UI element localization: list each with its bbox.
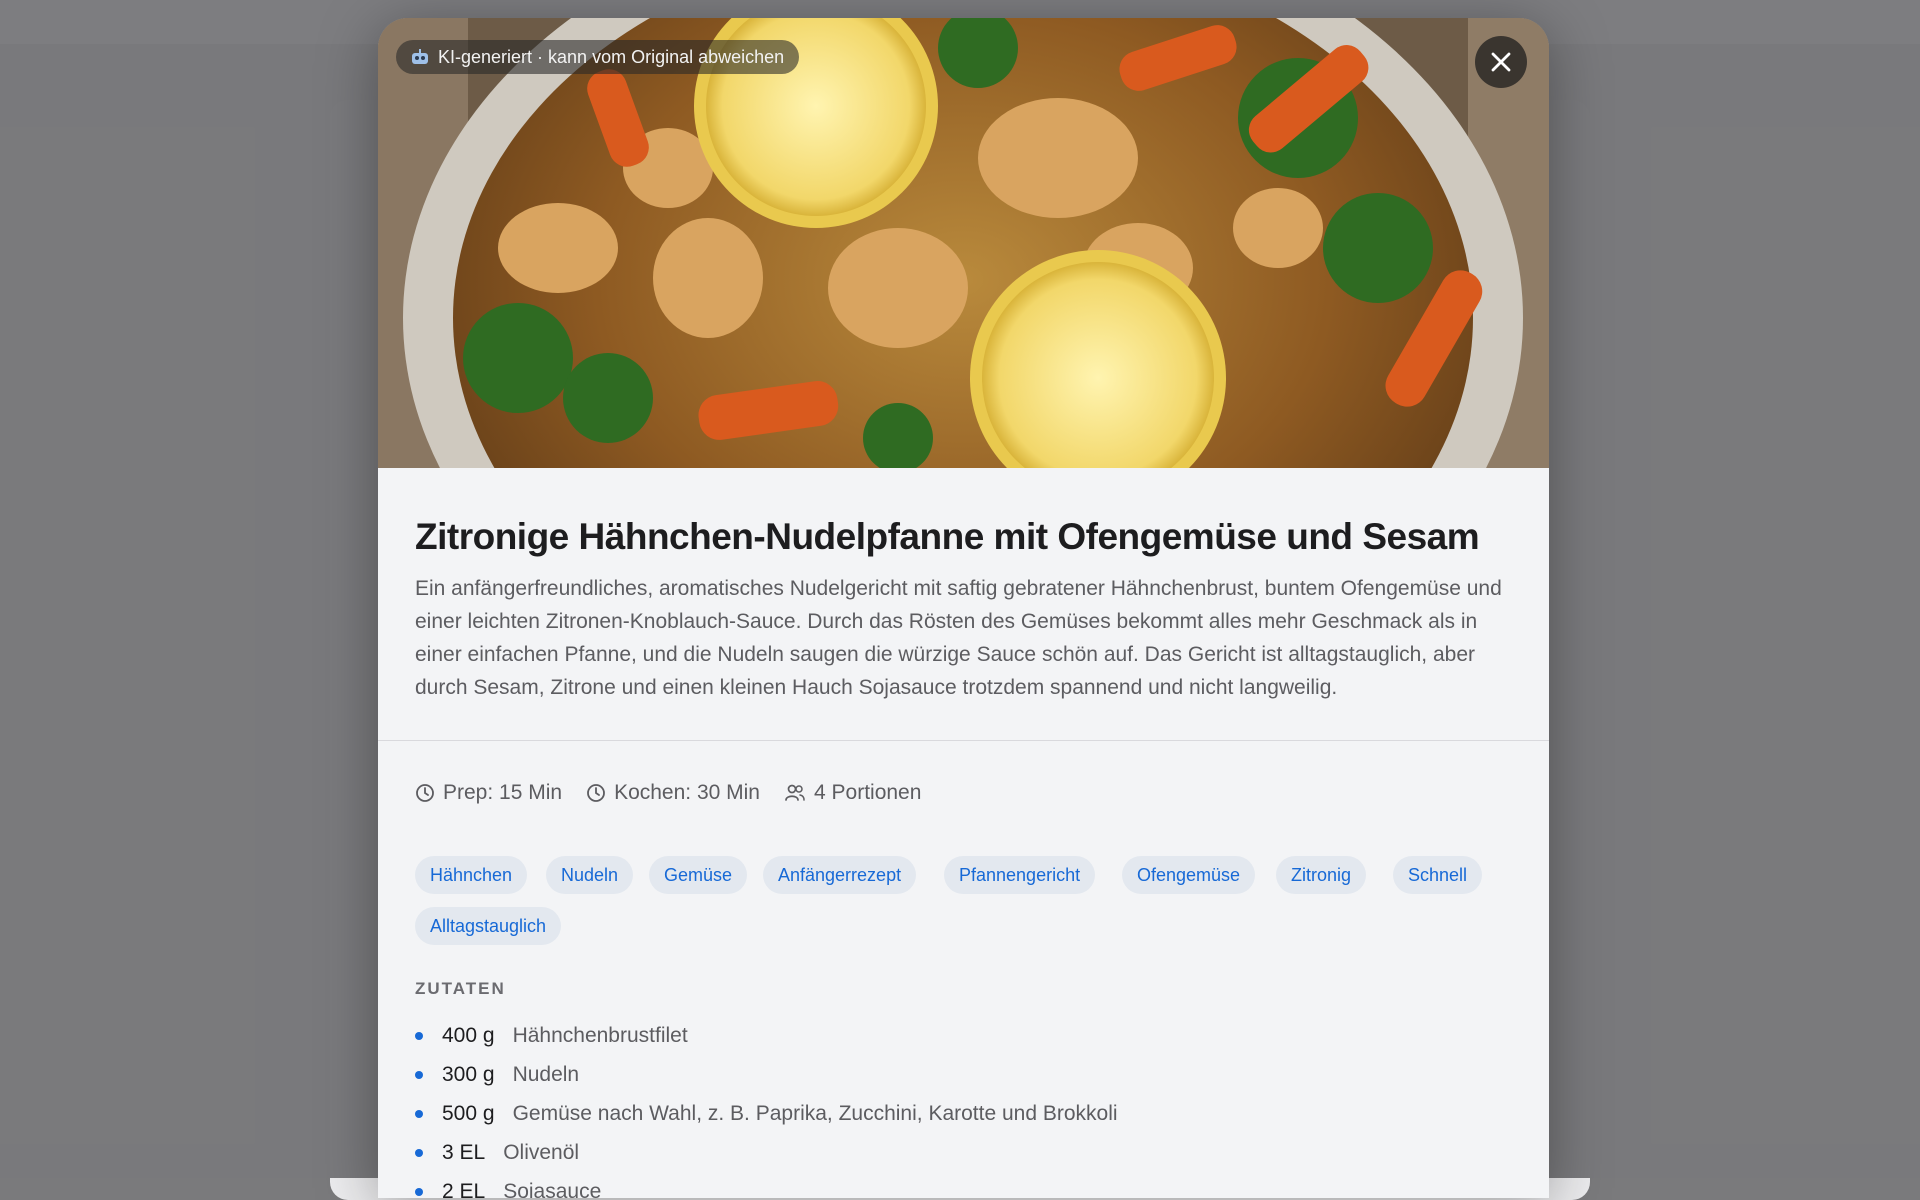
ingredient-name: Hähnchenbrustfilet: [512, 1023, 688, 1047]
tag-chip[interactable]: Gemüse: [649, 856, 748, 894]
ingredient-amount: 3 EL: [442, 1140, 486, 1164]
people-icon: [785, 784, 805, 801]
recipe-hero-image: KI-generiert · kann vom Original abweich…: [378, 18, 1549, 468]
bullet-icon: [415, 1187, 423, 1196]
ingredient-amount: 500 g: [442, 1101, 495, 1125]
robot-icon: [410, 48, 430, 66]
ingredient-amount: 300 g: [442, 1062, 495, 1086]
ingredient-name: Nudeln: [512, 1062, 580, 1086]
dish-photo: [378, 18, 1549, 468]
tag-chip[interactable]: Pfannengericht: [944, 856, 1096, 894]
servings: 4 Portionen: [784, 781, 921, 805]
servings-label: 4 Portionen: [814, 781, 922, 804]
bullet-icon: [415, 1148, 423, 1157]
ingredient-name: Gemüse nach Wahl, z. B. Paprika, Zucchin…: [512, 1101, 1118, 1125]
cook-time: Kochen: 30 Min: [586, 781, 760, 805]
ai-badge-label: KI-generiert · kann vom Original abweich…: [438, 46, 785, 67]
ingredient-name: Olivenöl: [503, 1140, 580, 1164]
ingredient-item: 3 EL Olivenöl: [415, 1133, 1118, 1172]
prep-time: Prep: 15 Min: [415, 781, 562, 805]
prep-time-label: Prep: 15 Min: [443, 781, 563, 804]
ingredient-amount: 400 g: [442, 1023, 495, 1047]
recipe-description: Ein anfängerfreundliches, aromatisches N…: [415, 577, 1502, 699]
clock-icon: [416, 784, 434, 802]
ingredient-amount: 2 EL: [442, 1179, 486, 1199]
ai-generated-badge: KI-generiert · kann vom Original abweich…: [396, 40, 800, 74]
tag-chip[interactable]: Hähnchen: [415, 856, 528, 894]
ingredient-name: Sojasauce: [503, 1179, 602, 1199]
cook-time-label: Kochen: 30 Min: [614, 781, 760, 804]
recipe-meta: Prep: 15 Min Kochen: 30 Min 4 Portionen: [415, 781, 921, 805]
recipe-modal: KI-generiert · kann vom Original abweich…: [378, 18, 1549, 1198]
tag-chip[interactable]: Nudeln: [546, 856, 634, 894]
ingredient-list: 400 g Hähnchenbrustfilet 300 g Nudeln 50…: [415, 1016, 1118, 1198]
ingredient-item: 300 g Nudeln: [415, 1055, 1118, 1094]
ingredient-item: 500 g Gemüse nach Wahl, z. B. Paprika, Z…: [415, 1094, 1118, 1133]
bullet-icon: [415, 1109, 423, 1118]
recipe-title: Zitronige Hähnchen-Nudelpfanne mit Ofeng…: [415, 516, 1480, 557]
tag-chip[interactable]: Schnell: [1393, 856, 1483, 894]
bullet-icon: [415, 1031, 423, 1040]
close-icon: [1491, 52, 1511, 72]
tag-chip[interactable]: Zitronig: [1276, 856, 1367, 894]
ingredient-item: 2 EL Sojasauce: [415, 1172, 1118, 1198]
ingredients-heading: ZUTATEN: [415, 979, 506, 998]
bullet-icon: [415, 1070, 423, 1079]
close-button[interactable]: [1475, 36, 1527, 88]
clock-icon: [587, 784, 605, 802]
ingredient-item: 400 g Hähnchenbrustfilet: [415, 1016, 1118, 1055]
section-divider: [378, 740, 1549, 741]
tag-chip[interactable]: Ofengemüse: [1122, 856, 1256, 894]
tag-chip[interactable]: Alltagstauglich: [415, 907, 562, 945]
tag-chip[interactable]: Anfängerrezept: [763, 856, 917, 894]
